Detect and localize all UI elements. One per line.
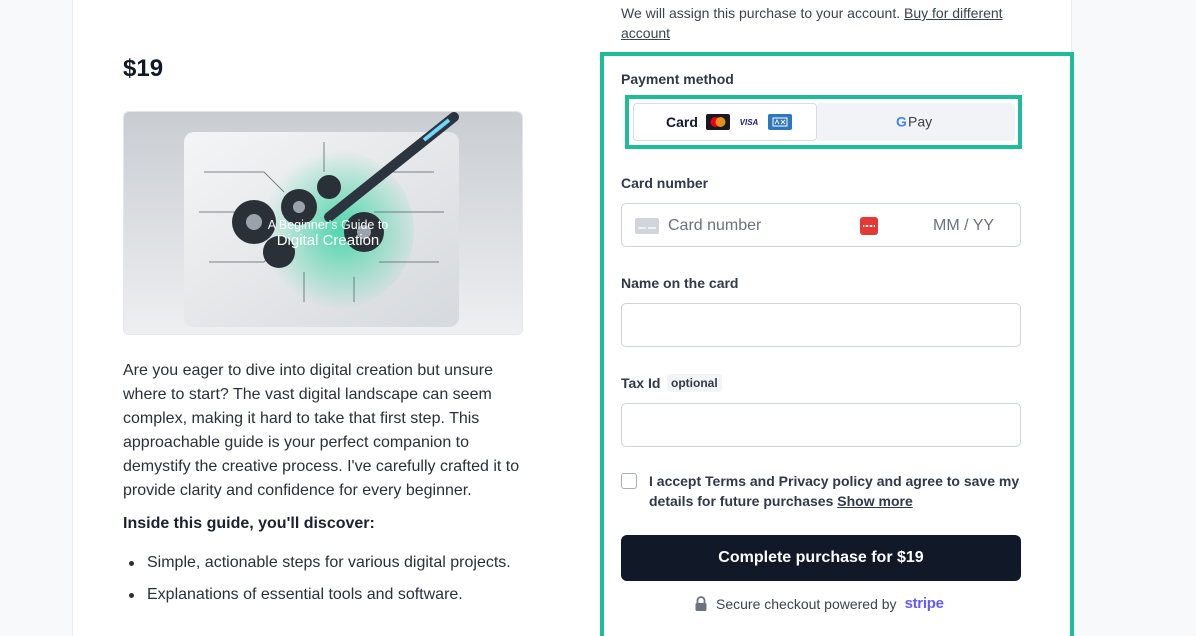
svg-text:G: G [896, 114, 907, 130]
tax-id-label: Tax Id [621, 375, 661, 391]
show-more-link[interactable]: Show more [837, 493, 912, 509]
svg-text:VISA: VISA [740, 118, 759, 127]
product-description: Are you eager to dive into digital creat… [123, 362, 520, 499]
complete-purchase-button[interactable]: Complete purchase for $19 [621, 535, 1021, 581]
terms-consent: I accept Terms and Privacy policy and ag… [649, 471, 1029, 511]
expiry-placeholder[interactable]: MM / YY [933, 217, 994, 235]
payment-method-tabs: Card VISA G Pay [625, 95, 1022, 149]
svg-text:Pay: Pay [908, 114, 932, 130]
tab-card-label: Card [666, 114, 698, 130]
list-item: Explanations of essential tools and soft… [123, 583, 533, 607]
card-number-placeholder: Card number [668, 217, 762, 234]
tab-google-pay[interactable]: G Pay [817, 103, 1015, 141]
optional-badge: optional [667, 374, 722, 392]
lock-icon [695, 595, 707, 611]
visa-icon: VISA [740, 118, 759, 127]
list-item: Simple, actionable steps for various dig… [123, 551, 533, 575]
secure-checkout-note: Secure checkout powered by stripe [694, 595, 944, 612]
inside-heading: Inside this guide, you'll discover: [123, 515, 375, 532]
card-number-label: Card number [621, 175, 709, 191]
payment-method-label: Payment method [621, 71, 734, 87]
secure-checkout-text: Secure checkout powered by [716, 595, 897, 612]
card-number-field[interactable]: Card number MM / YY [621, 203, 1021, 247]
product-price: $19 [123, 55, 164, 82]
name-on-card-label: Name on the card [621, 275, 739, 291]
autofill-card-icon[interactable] [860, 217, 878, 235]
terms-consent-text: I accept Terms and Privacy policy and ag… [649, 473, 1020, 509]
account-note-text: We will assign this purchase to your acc… [621, 5, 901, 21]
google-pay-icon: G Pay [896, 114, 932, 130]
account-note: We will assign this purchase to your acc… [621, 4, 1011, 43]
stripe-logo: stripe [904, 595, 944, 612]
tab-card[interactable]: Card VISA [633, 103, 817, 141]
amex-icon [767, 114, 792, 130]
product-title: Creation [123, 0, 523, 10]
product-panel: Creation $19 [72, 0, 572, 636]
product-cover-image: A Beginner's Guide to Digital Creation [123, 111, 523, 335]
terms-checkbox[interactable] [621, 473, 637, 489]
mastercard-icon [705, 114, 730, 130]
tax-id-input[interactable] [621, 403, 1021, 447]
feature-list: Simple, actionable steps for various dig… [123, 551, 533, 615]
cover-caption-line1: A Beginner's Guide to [268, 218, 389, 232]
card-brand-placeholder-icon [635, 218, 659, 234]
name-on-card-input[interactable] [621, 303, 1021, 347]
cover-caption-line2: Digital Creation [277, 232, 380, 249]
